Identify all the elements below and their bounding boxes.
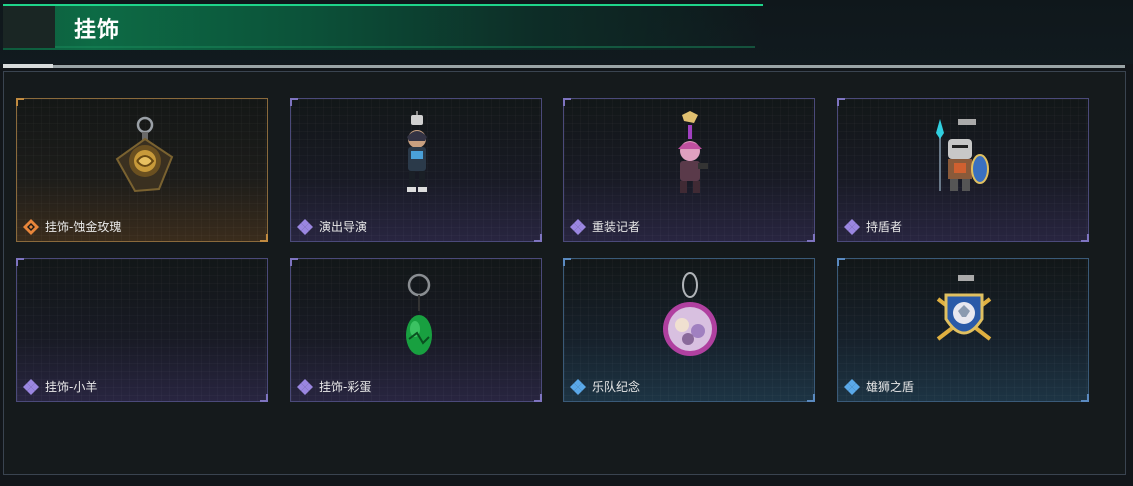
card-label-row: 持盾者 (844, 218, 902, 235)
card-label-row: 演出导演 (297, 218, 367, 235)
pendant-name: 挂饰-小羊 (45, 380, 98, 394)
card-corner (807, 234, 815, 242)
title-tab-block (3, 6, 55, 48)
shield-knight-pendant-icon (936, 119, 989, 191)
purple-rarity-diamond-icon (844, 218, 860, 235)
purple-rarity-diamond-icon (297, 378, 313, 395)
blue-rarity-diamond-icon (844, 378, 860, 395)
page-title: 挂饰 (74, 18, 121, 43)
header-divider-accent (3, 64, 53, 68)
pendant-card-0[interactable]: 挂饰-蚀金玫瑰 (16, 98, 268, 242)
card-corner (534, 394, 542, 402)
pendant-card-4[interactable]: 挂饰-小羊 (16, 258, 268, 402)
pendant-name: 乐队纪念 (592, 380, 641, 394)
green-egg-pendant-icon (406, 273, 432, 355)
title-underline (55, 46, 755, 48)
purple-rarity-diamond-icon (570, 218, 586, 235)
card-label-row: 挂饰-彩蛋 (297, 378, 371, 395)
orange-rarity-diamond-icon (23, 218, 39, 235)
director-figure-pendant-icon (407, 111, 427, 192)
pendant-name: 演出导演 (319, 220, 368, 234)
pendant-name: 重装记者 (592, 220, 641, 234)
pendant-name: 挂饰-蚀金玫瑰 (45, 220, 122, 234)
card-label-row: 挂饰-小羊 (23, 378, 97, 395)
pendant-card-6[interactable]: 乐队纪念 (563, 258, 815, 402)
card-label-row: 乐队纪念 (570, 378, 640, 395)
pendant-card-2[interactable]: 重装记者 (563, 98, 815, 242)
pendant-grid-panel: 挂饰-蚀金玫瑰 演出导演 重装记者 持盾者 挂饰-小羊 挂饰-彩蛋 乐队纪念 雄… (3, 71, 1126, 475)
pendant-name: 雄狮之盾 (866, 380, 915, 394)
pendant-name: 挂饰-彩蛋 (319, 380, 372, 394)
lion-shield-pendant-icon (936, 275, 992, 341)
card-label-row: 挂饰-蚀金玫瑰 (23, 218, 121, 235)
blue-rarity-diamond-icon (570, 378, 586, 395)
pendant-card-3[interactable]: 持盾者 (837, 98, 1089, 242)
band-badge-pendant-icon (663, 272, 717, 356)
header-bar: 挂饰 (0, 0, 1133, 64)
card-corner (16, 258, 24, 266)
header-divider (3, 65, 1125, 68)
pendant-card-7[interactable]: 雄狮之盾 (837, 258, 1089, 402)
card-label-row: 重装记者 (570, 218, 640, 235)
purple-rarity-diamond-icon (297, 218, 313, 235)
card-corner (260, 394, 268, 402)
card-corner (807, 394, 815, 402)
pendant-card-5[interactable]: 挂饰-彩蛋 (290, 258, 542, 402)
card-corner (1081, 394, 1089, 402)
purple-rarity-diamond-icon (23, 378, 39, 395)
card-corner (1081, 234, 1089, 242)
pendant-name: 持盾者 (866, 220, 903, 234)
card-label-row: 雄狮之盾 (844, 378, 914, 395)
card-corner (260, 234, 268, 242)
golden-rose-pendant-icon (115, 116, 174, 193)
reporter-figure-pendant-icon (678, 111, 708, 193)
pendant-card-1[interactable]: 演出导演 (290, 98, 542, 242)
card-corner (534, 234, 542, 242)
